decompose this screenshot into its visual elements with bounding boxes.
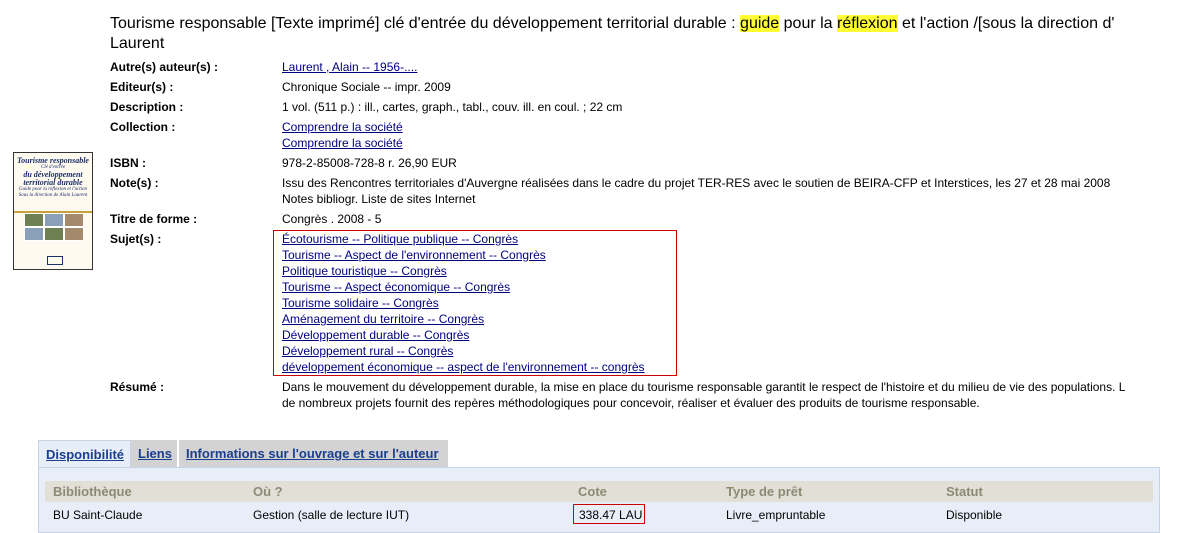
status-cell: Disponible — [946, 508, 1003, 522]
collection-link[interactable]: Comprendre la société — [282, 120, 403, 134]
authors-label: Autre(s) auteur(s) : — [110, 60, 219, 74]
collection-list: Comprendre la société Comprendre la soci… — [282, 119, 403, 151]
form-title-value: Congrès . 2008 - 5 — [282, 212, 382, 226]
author-link[interactable]: Laurent , Alain -- 1956-.... — [282, 60, 417, 74]
summary-label: Résumé : — [110, 380, 165, 394]
collection-link[interactable]: Comprendre la société — [282, 136, 403, 150]
call-number-cell: 338.47 LAU — [579, 508, 643, 522]
title-text: et l'action /[sous la direction d' — [897, 15, 1115, 32]
tab-links[interactable]: Liens — [131, 440, 177, 467]
notes-line: Issu des Rencontres territoriales d'Auve… — [282, 176, 1111, 190]
subject-link[interactable]: développement économique -- aspect de l'… — [282, 360, 645, 374]
summary-line: Dans le mouvement du développement durab… — [282, 380, 1126, 394]
title-text: Tourisme responsable [Texte imprimé] clé… — [110, 15, 741, 32]
loan-type-cell: Livre_empruntable — [726, 508, 826, 522]
cover-photos — [24, 213, 84, 253]
notes-value: Issu des Rencontres territoriales d'Auve… — [282, 175, 1110, 207]
notes-line: Notes bibliogr. Liste de sites Internet — [282, 192, 476, 206]
publisher-value: Chronique Sociale -- impr. 2009 — [282, 80, 451, 94]
subjects-list: Écotourisme -- Politique publique -- Con… — [282, 231, 645, 375]
column-header: Type de prêt — [726, 484, 803, 499]
cover-title-line: territorial durable — [23, 178, 83, 187]
notes-label: Note(s) : — [110, 176, 159, 190]
subject-link[interactable]: Tourisme -- Aspect de l'environnement --… — [282, 248, 546, 262]
tab-availability-label[interactable]: Disponibilité — [46, 447, 124, 462]
tab-info[interactable]: Informations sur l'ouvrage et sur l'aute… — [179, 440, 448, 467]
subject-link[interactable]: Développement rural -- Congrès — [282, 344, 453, 358]
subject-link[interactable]: Aménagement du territoire -- Congrès — [282, 312, 484, 326]
publisher-label: Editeur(s) : — [110, 80, 174, 94]
title-text-line2: Laurent — [110, 35, 165, 52]
description-label: Description : — [110, 100, 184, 114]
collection-label: Collection : — [110, 120, 176, 134]
summary-line: de nombreux projets fournit des repères … — [282, 396, 980, 410]
subject-link[interactable]: Politique touristique -- Congrès — [282, 264, 447, 278]
book-cover-image: Tourisme responsable Clé d'entrée du dév… — [13, 152, 93, 270]
column-header: Où ? — [253, 484, 283, 499]
record-title: Tourisme responsable [Texte imprimé] clé… — [110, 14, 1192, 54]
title-highlight: réflexion — [837, 15, 898, 32]
tab-links-label[interactable]: Liens — [138, 446, 172, 461]
summary-value: Dans le mouvement du développement durab… — [282, 379, 1125, 411]
title-highlight: guide — [740, 15, 780, 32]
column-header: Cote — [578, 484, 607, 499]
subjects-label: Sujet(s) : — [110, 232, 162, 246]
cover-editor: Sous la direction de Alain Laurent — [18, 193, 88, 198]
description-value: 1 vol. (511 p.) : ill., cartes, graph., … — [282, 100, 623, 114]
column-header: Statut — [946, 484, 983, 499]
form-title-label: Titre de forme : — [110, 212, 198, 226]
cover-title-line: Tourisme responsable — [17, 156, 89, 165]
subject-link[interactable]: Développement durable -- Congrès — [282, 328, 469, 342]
library-cell: BU Saint-Claude — [53, 508, 143, 522]
tab-availability[interactable]: Disponibilité — [38, 440, 131, 467]
subject-link[interactable]: Tourisme -- Aspect économique -- Congrès — [282, 280, 510, 294]
title-text: pour la — [779, 15, 838, 32]
column-header: Bibliothèque — [53, 484, 132, 499]
subject-link[interactable]: Écotourisme -- Politique publique -- Con… — [282, 232, 518, 246]
isbn-value: 978-2-85008-728-8 r. 26,90 EUR — [282, 156, 457, 170]
subject-link[interactable]: Tourisme solidaire -- Congrès — [282, 296, 439, 310]
tab-info-label[interactable]: Informations sur l'ouvrage et sur l'aute… — [186, 446, 439, 461]
isbn-label: ISBN : — [110, 156, 146, 170]
publisher-logo — [47, 256, 63, 265]
location-cell: Gestion (salle de lecture IUT) — [253, 508, 410, 522]
